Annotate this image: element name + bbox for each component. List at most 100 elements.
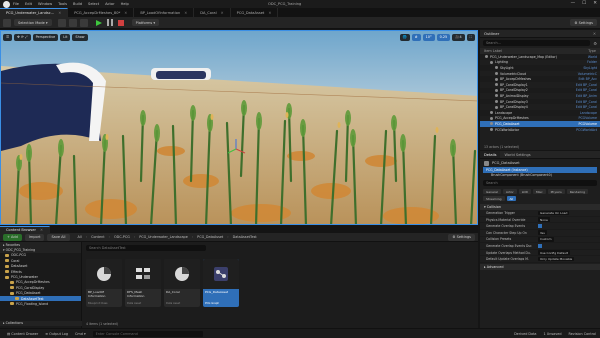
cinematics-icon[interactable] — [79, 18, 88, 27]
property-field[interactable]: Only Update Movable — [538, 256, 575, 262]
details-search-input[interactable]: Search — [483, 180, 597, 187]
close-icon[interactable]: ✕ — [184, 11, 187, 15]
close-icon[interactable]: ✕ — [268, 11, 271, 15]
property-field[interactable]: Use Config Default — [538, 250, 571, 255]
minimize-icon[interactable]: — — [571, 1, 576, 6]
asset-search-input[interactable]: Search DataAssetTest — [86, 245, 206, 251]
doc-tab[interactable]: DA_Coral ✕ — [194, 8, 231, 17]
unsaved-button[interactable]: 1 Unsaved — [544, 332, 562, 336]
menu-actor[interactable]: Actor — [105, 2, 114, 6]
output-log-button[interactable]: ≡ Output Log — [45, 332, 68, 336]
menu-tools[interactable]: Tools — [58, 2, 67, 6]
asset-tile[interactable]: DFS_Mesh Information Data Asset — [125, 259, 161, 307]
actor-name[interactable]: PCG_DataAsset — [492, 161, 520, 165]
visibility-icon[interactable] — [495, 94, 498, 98]
console-input[interactable]: Enter Console Command — [92, 330, 203, 337]
menu-help[interactable]: Help — [121, 2, 129, 6]
breadcrumb-item[interactable]: DataAssetTest — [233, 235, 257, 239]
asset-tile[interactable]: PCG_DataAsset PCG Graph — [203, 259, 239, 307]
maximize-icon[interactable]: ☐ — [582, 1, 586, 6]
visibility-icon[interactable] — [490, 128, 493, 132]
visibility-icon[interactable] — [495, 66, 498, 70]
menu-build[interactable]: Build — [73, 2, 82, 6]
visibility-icon[interactable] — [495, 77, 498, 81]
selection-mode-dropdown[interactable]: Selection Mode ▾ — [14, 19, 52, 26]
lit-button[interactable]: Lit — [60, 33, 71, 41]
transform-tools[interactable]: ✥ ⟳ ⤢ — [14, 33, 31, 41]
breadcrumb-item[interactable]: PCG_Underwater_Landscape — [139, 235, 188, 239]
close-icon[interactable]: ✕ — [593, 1, 597, 6]
unreal-logo-icon[interactable] — [3, 0, 10, 8]
visibility-icon[interactable] — [495, 88, 498, 92]
angle-snap-button[interactable]: 10° — [422, 33, 435, 41]
doc-tab[interactable]: BP_LoadOfInformation ✕ — [134, 8, 195, 17]
column-item-label[interactable]: Item Label — [484, 49, 502, 53]
visibility-icon[interactable] — [490, 116, 493, 120]
property-checkbox[interactable] — [538, 243, 542, 248]
platforms-dropdown[interactable]: Platforms ▾ — [131, 19, 160, 26]
close-icon[interactable]: ✕ — [593, 31, 596, 36]
content-drawer-button[interactable]: ▤ Content Drawer — [7, 332, 38, 336]
visibility-icon[interactable] — [495, 100, 498, 104]
filter-chip-all[interactable]: All — [506, 196, 517, 202]
property-field[interactable]: Yes — [538, 230, 547, 236]
level-viewport[interactable]: ☰ ✥ ⟳ ⤢ Perspective Lit Show 🌐 # 10° 0.2… — [0, 30, 478, 225]
outliner-settings-icon[interactable]: ⚙ — [593, 41, 597, 46]
close-icon[interactable]: ✕ — [58, 11, 61, 15]
doc-tab[interactable]: PCG_DataAsset ✕ — [231, 8, 279, 17]
breadcrumb-item[interactable]: All — [78, 235, 82, 239]
tab-details[interactable]: Details — [480, 151, 501, 158]
perspective-button[interactable]: Perspective — [32, 33, 59, 41]
asset-tile[interactable]: BP_LoadOf Information Blueprint Class — [86, 259, 122, 307]
filter-chip-streaming[interactable]: Streaming — [483, 196, 505, 202]
close-icon[interactable]: ✕ — [221, 11, 224, 15]
folder-tree-item[interactable]: PCG_Floating_Island — [0, 301, 81, 306]
section-advanced[interactable]: ▸ Advanced — [480, 263, 600, 270]
breadcrumb-item[interactable]: ODC-PCG — [114, 235, 130, 239]
visibility-icon[interactable] — [495, 83, 498, 87]
blueprint-icon[interactable] — [68, 18, 77, 27]
property-field[interactable]: Custom — [538, 237, 554, 242]
filter-chip-lod[interactable]: LOD — [518, 189, 531, 195]
property-field[interactable]: Generate On Load — [538, 210, 570, 216]
doc-tab[interactable]: PCG_AccepDrMeshes_80* ✕ — [68, 8, 135, 17]
property-field[interactable]: None — [538, 217, 550, 222]
close-icon[interactable]: ✕ — [124, 11, 127, 15]
add-content-icon[interactable] — [57, 18, 66, 27]
visibility-icon[interactable] — [490, 111, 493, 115]
menu-select[interactable]: Select — [88, 2, 99, 6]
filter-chip-general[interactable]: General — [483, 189, 501, 195]
outliner-search-input[interactable]: Search... — [483, 40, 591, 46]
tab-world-settings[interactable]: World Settings — [500, 151, 534, 158]
close-icon[interactable]: ✕ — [40, 228, 43, 232]
viewport-scene[interactable] — [1, 31, 478, 225]
scale-snap-button[interactable]: 0.25 — [436, 33, 451, 41]
import-button[interactable]: Import — [24, 233, 45, 241]
filter-chip-physics[interactable]: Physics — [547, 189, 565, 195]
property-checkbox[interactable] — [538, 224, 542, 229]
stop-button[interactable] — [117, 19, 124, 26]
save-all-button[interactable]: Save All — [47, 233, 70, 241]
visibility-icon[interactable] — [495, 72, 498, 76]
column-type[interactable]: Type — [588, 49, 596, 53]
world-local-toggle[interactable]: 🌐 — [399, 33, 410, 41]
menu-file[interactable]: File — [13, 2, 19, 6]
filter-chip-rendering[interactable]: Rendering — [566, 189, 589, 195]
add-button[interactable]: + Add — [3, 233, 22, 241]
play-button[interactable] — [95, 19, 102, 26]
visibility-icon[interactable] — [490, 122, 493, 126]
maximize-viewport-icon[interactable]: ⛶ — [466, 33, 475, 41]
asset-tile[interactable]: DA_Coral Data Asset — [164, 259, 200, 307]
visibility-icon[interactable] — [490, 60, 493, 64]
pause-button[interactable] — [106, 19, 113, 26]
breadcrumb-item[interactable]: PCG_DataAsset — [197, 235, 223, 239]
visibility-icon[interactable] — [495, 105, 498, 109]
outliner-row[interactable]: PCGWorldActor PCGWorldAct — [480, 127, 600, 133]
doc-tab[interactable]: PCG_Underwater_Landsc... ✕ — [0, 8, 69, 17]
filter-chip-misc[interactable]: Misc — [532, 189, 546, 195]
filter-chip-actor[interactable]: Actor — [502, 189, 517, 195]
menu-window[interactable]: Window — [38, 2, 52, 6]
viewport-menu-button[interactable]: ☰ — [3, 33, 13, 41]
cb-settings-button[interactable]: ⚙ Settings — [448, 233, 475, 241]
revision-control-button[interactable]: Revision Control — [568, 332, 596, 336]
